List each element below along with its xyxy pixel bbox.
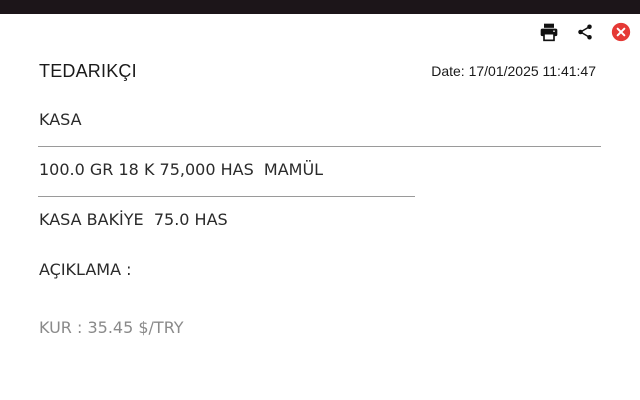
exchange-rate-line: KUR : 35.45 $/TRY bbox=[39, 318, 184, 337]
supplier-title: TEDARIKÇI bbox=[39, 60, 137, 81]
receipt-header: TEDARIKÇI Date: 17/01/2025 11:41:47 bbox=[39, 58, 596, 84]
toolbar bbox=[538, 20, 632, 44]
item-line: 100.0 GR 18 K 75,000 HAS MAMÜL bbox=[39, 160, 324, 179]
close-button[interactable] bbox=[610, 21, 632, 43]
divider-partial bbox=[38, 196, 415, 197]
date-label: Date: 17/01/2025 11:41:47 bbox=[431, 63, 596, 79]
kasa-label: KASA bbox=[39, 110, 82, 129]
top-status-bar bbox=[0, 0, 640, 14]
divider-full bbox=[38, 146, 601, 147]
share-button[interactable] bbox=[574, 21, 596, 43]
description-label: AÇIKLAMA : bbox=[39, 260, 132, 279]
share-icon bbox=[578, 24, 592, 40]
close-circle-icon bbox=[611, 22, 631, 42]
print-button[interactable] bbox=[538, 21, 560, 43]
printer-icon bbox=[540, 23, 558, 42]
balance-line: KASA BAKİYE 75.0 HAS bbox=[39, 210, 228, 229]
